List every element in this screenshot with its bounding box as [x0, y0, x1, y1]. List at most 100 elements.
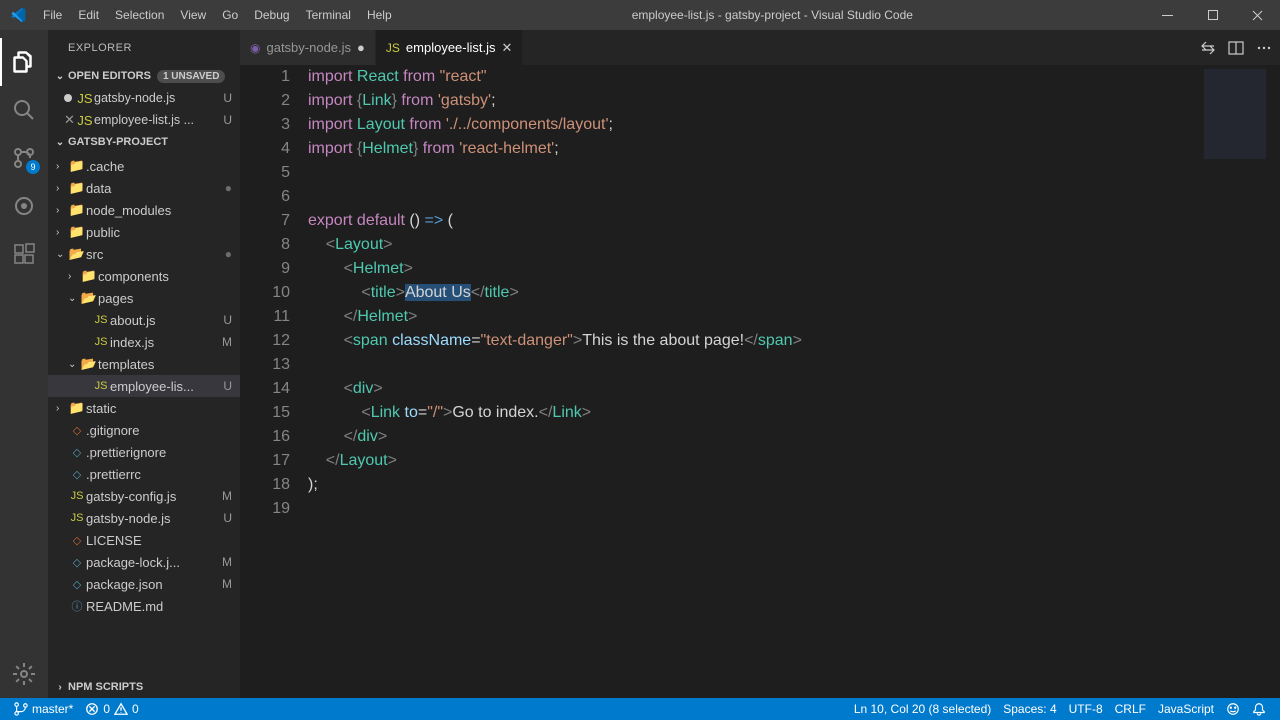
js-file-icon: JS — [76, 113, 94, 128]
twist-icon: ⌄ — [56, 249, 68, 260]
tree-item[interactable]: ⌄📂src● — [48, 243, 240, 265]
file-icon: ◇ — [68, 468, 86, 481]
source-control-icon[interactable]: 9 — [0, 134, 48, 182]
file-icon: ◇ — [68, 534, 86, 547]
folder-icon: 📂 — [68, 246, 86, 262]
twist-icon: › — [56, 227, 68, 238]
folder-icon: 📂 — [80, 290, 98, 306]
npm-scripts-header[interactable]: › NPM SCRIPTS — [48, 676, 240, 698]
menu-help[interactable]: Help — [359, 8, 400, 22]
window-title: employee-list.js - gatsby-project - Visu… — [400, 8, 1145, 22]
sidebar-title: EXPLORER — [48, 30, 240, 65]
tree-item[interactable]: ◇.prettierignore — [48, 441, 240, 463]
twist-icon: › — [68, 271, 80, 282]
tree-item[interactable]: JSabout.jsU — [48, 309, 240, 331]
chevron-down-icon: ⌄ — [52, 137, 68, 148]
tree-item[interactable]: ⌄📂pages — [48, 287, 240, 309]
minimap[interactable] — [1190, 65, 1280, 698]
file-icon: ◇ — [68, 556, 86, 569]
open-editor-item[interactable]: JSgatsby-node.jsU — [48, 87, 240, 109]
file-icon: ◇ — [68, 578, 86, 591]
minimize-button[interactable] — [1145, 0, 1190, 30]
file-icon: JS — [92, 314, 110, 326]
menu-go[interactable]: Go — [214, 8, 246, 22]
close-tab-icon[interactable]: ✕ — [502, 40, 513, 56]
dirty-indicator[interactable]: ● — [357, 40, 365, 55]
tree-item[interactable]: ◇LICENSE — [48, 529, 240, 551]
chevron-down-icon: ⌄ — [52, 71, 68, 82]
project-header[interactable]: ⌄ GATSBY-PROJECT — [48, 131, 240, 153]
tree-item[interactable]: JSindex.jsM — [48, 331, 240, 353]
twist-icon: › — [56, 205, 68, 216]
menu-file[interactable]: File — [35, 8, 70, 22]
more-icon[interactable] — [1256, 40, 1272, 56]
vscode-icon — [0, 7, 35, 23]
tree-item[interactable]: JSgatsby-config.jsM — [48, 485, 240, 507]
folder-icon: 📁 — [68, 158, 86, 174]
folder-icon: 📁 — [80, 268, 98, 284]
menu-debug[interactable]: Debug — [246, 8, 297, 22]
unsaved-badge: 1 UNSAVED — [157, 70, 226, 83]
status-bar: master* 0 0 Ln 10, Col 20 (8 selected) S… — [0, 698, 1280, 720]
twist-icon: › — [56, 403, 68, 414]
menu-selection[interactable]: Selection — [107, 8, 172, 22]
language-mode[interactable]: JavaScript — [1152, 702, 1220, 716]
tab-bar: ◉gatsby-node.js●JSemployee-list.js✕ — [240, 30, 1280, 65]
file-icon: JS — [92, 380, 110, 392]
search-icon[interactable] — [0, 86, 48, 134]
debug-icon[interactable] — [0, 182, 48, 230]
tree-item[interactable]: JSgatsby-node.jsU — [48, 507, 240, 529]
tree-item[interactable]: ›📁data● — [48, 177, 240, 199]
eol[interactable]: CRLF — [1109, 702, 1152, 716]
title-bar: File Edit Selection View Go Debug Termin… — [0, 0, 1280, 30]
close-button[interactable] — [1235, 0, 1280, 30]
explorer-icon[interactable] — [0, 38, 48, 86]
cursor-position[interactable]: Ln 10, Col 20 (8 selected) — [848, 702, 997, 716]
twist-icon: › — [56, 183, 68, 194]
editor-tab[interactable]: JSemployee-list.js✕ — [376, 30, 524, 65]
compare-icon[interactable] — [1200, 40, 1216, 56]
tree-item[interactable]: ⓘREADME.md — [48, 595, 240, 617]
file-icon: ⓘ — [68, 598, 86, 614]
open-editor-item[interactable]: ✕JSemployee-list.js ...U — [48, 109, 240, 131]
scm-badge: 9 — [26, 160, 40, 174]
folder-icon: 📂 — [80, 356, 98, 372]
problems-indicator[interactable]: 0 0 — [79, 702, 144, 716]
menu-edit[interactable]: Edit — [70, 8, 107, 22]
tree-item[interactable]: ◇package-lock.j...M — [48, 551, 240, 573]
branch-indicator[interactable]: master* — [8, 702, 79, 716]
editor-tab[interactable]: ◉gatsby-node.js● — [240, 30, 376, 65]
tree-item[interactable]: ›📁components — [48, 265, 240, 287]
tree-item[interactable]: ⌄📂templates — [48, 353, 240, 375]
tree-item[interactable]: ◇package.jsonM — [48, 573, 240, 595]
encoding[interactable]: UTF-8 — [1063, 702, 1109, 716]
maximize-button[interactable] — [1190, 0, 1235, 30]
file-icon: ◇ — [68, 424, 86, 437]
js-file-icon: JS — [386, 41, 400, 55]
twist-icon: ⌄ — [68, 293, 80, 304]
tree-item[interactable]: JSemployee-lis...U — [48, 375, 240, 397]
extensions-icon[interactable] — [0, 230, 48, 278]
code-editor[interactable]: 12345678910111213141516171819 import Rea… — [240, 65, 1280, 698]
menu-terminal[interactable]: Terminal — [298, 8, 359, 22]
code-content[interactable]: import React from "react"import {Link} f… — [308, 65, 1190, 698]
tree-item[interactable]: ›📁.cache — [48, 155, 240, 177]
tree-item[interactable]: ›📁node_modules — [48, 199, 240, 221]
split-editor-icon[interactable] — [1228, 40, 1244, 56]
feedback-icon[interactable] — [1220, 702, 1246, 716]
open-editors-header[interactable]: ⌄ OPEN EDITORS 1 UNSAVED — [48, 65, 240, 87]
folder-icon: 📁 — [68, 202, 86, 218]
js-file-icon: JS — [76, 91, 94, 106]
tree-item[interactable]: ◇.prettierrc — [48, 463, 240, 485]
dirty-indicator — [64, 94, 72, 102]
editor-area: ◉gatsby-node.js●JSemployee-list.js✕ 1234… — [240, 30, 1280, 698]
tree-item[interactable]: ◇.gitignore — [48, 419, 240, 441]
menu-view[interactable]: View — [172, 8, 214, 22]
notifications-icon[interactable] — [1246, 702, 1272, 716]
tree-item[interactable]: ›📁static — [48, 397, 240, 419]
file-icon: JS — [68, 512, 86, 524]
settings-icon[interactable] — [0, 650, 48, 698]
indentation[interactable]: Spaces: 4 — [997, 702, 1062, 716]
activity-bar: 9 — [0, 30, 48, 698]
tree-item[interactable]: ›📁public — [48, 221, 240, 243]
